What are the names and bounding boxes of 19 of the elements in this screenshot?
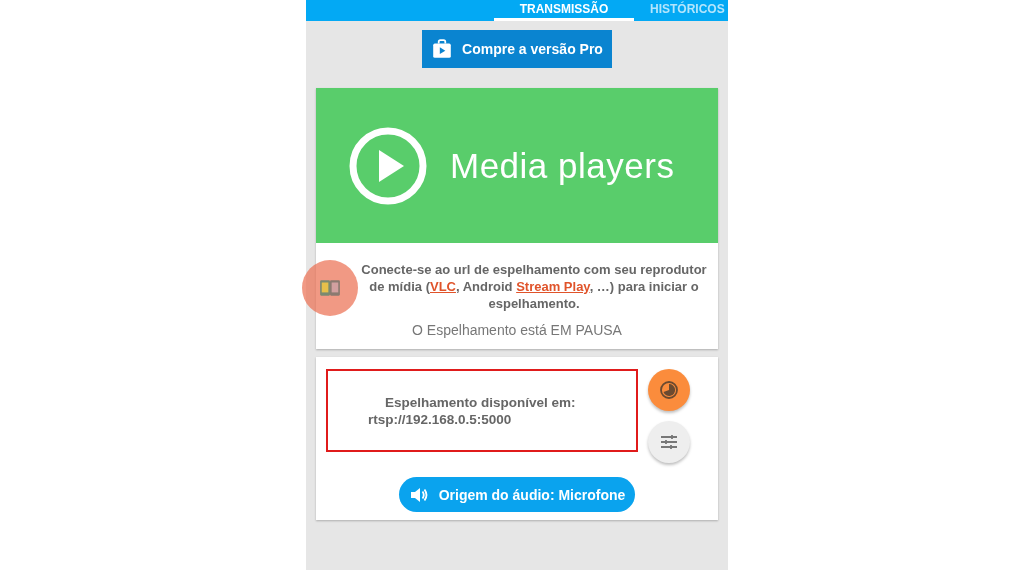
floating-bubble-button[interactable] [302,260,358,316]
tab[interactable]: TRANSMISSÃO [494,0,634,21]
shopping-bag-icon [431,38,454,60]
tab[interactable]: HISTÓRICOS [650,0,728,21]
buy-pro-button[interactable]: Compre a versão Pro [422,30,612,68]
link[interactable]: Stream Play [516,279,590,294]
link[interactable]: VLC [429,279,456,294]
banner-title: Media players [450,145,675,186]
settings-button[interactable] [648,421,690,463]
mirror-url: rtsp://192.168.0.5:5000 [368,410,513,428]
play-icon [348,125,428,206]
screens-icon [319,277,341,299]
timer-button[interactable] [648,369,690,411]
sliders-icon [659,432,679,452]
status-text: O Espelhamento está EM PAUSA [411,322,623,338]
audio-source-button[interactable]: Origem do áudio: Microfone [398,477,636,512]
mirror-label: Espelhamento disponível em: [384,393,577,411]
timer-icon [659,380,679,400]
instructions-text: Conecte-se ao url de espelhamento com seu reprodutor de mídia (VLC, Android Stream Play, …) para iniciar o espelhamento. [360,261,708,312]
